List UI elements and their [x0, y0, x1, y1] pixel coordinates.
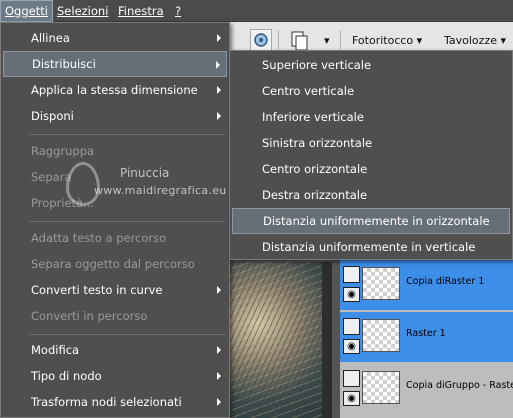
- layer-mask-icon[interactable]: [343, 370, 360, 387]
- menu-bar: Oggetti Selezioni Finestra ?: [0, 0, 513, 22]
- menu-item-separa: Separa: [3, 164, 227, 190]
- toolbar-separator: [340, 30, 341, 52]
- menu-item-converti-testo-curve[interactable]: Converti testo in curve: [3, 277, 227, 303]
- chevron-right-icon: [217, 286, 221, 294]
- submenu-item-label: Distanzia uniformemente in orizzontale: [263, 214, 490, 228]
- fotoritocco-dropdown[interactable]: Fotoritocco ▾: [352, 32, 422, 50]
- submenu-item-label: Distanzia uniformemente in verticale: [262, 240, 476, 254]
- layer-thumbnail: [362, 267, 400, 300]
- menu-item-tipo-nodo[interactable]: Tipo di nodo: [3, 363, 227, 389]
- eye-icon[interactable]: ◉: [343, 339, 360, 354]
- layer-mask-icon[interactable]: [343, 318, 360, 335]
- tavolozze-dropdown[interactable]: Tavolozze ▾: [444, 32, 506, 50]
- menu-item-proprieta: Proprietà...: [3, 190, 227, 216]
- menu-item-disponi[interactable]: Disponi: [3, 103, 227, 129]
- menu-item-modifica[interactable]: Modifica: [3, 337, 227, 363]
- submenu-item-centro-verticale[interactable]: Centro verticale: [232, 78, 510, 104]
- toolbar-separator: [278, 30, 279, 52]
- menu-item-label: Converti testo in curve: [31, 283, 163, 297]
- layer-name: Copia diGruppo - Raster 1: [406, 380, 513, 391]
- menu-selezioni-label: Selezioni: [57, 4, 109, 18]
- submenu-item-label: Superiore verticale: [262, 58, 372, 72]
- eye-icon[interactable]: ◉: [343, 287, 360, 302]
- menu-oggetti-label: Oggetti: [5, 4, 48, 18]
- submenu-item-destra-orizzontale[interactable]: Destra orizzontale: [232, 182, 510, 208]
- canvas-image[interactable]: [228, 262, 330, 418]
- menu-item-distribuisci[interactable]: Distribuisci: [3, 51, 227, 77]
- eye-icon[interactable]: ◉: [343, 391, 360, 406]
- menu-help[interactable]: ?: [171, 0, 185, 22]
- menu-item-label: Adatta testo a percorso: [31, 231, 167, 245]
- menu-item-allinea[interactable]: Allinea: [3, 25, 227, 51]
- submenu-item-distanzia-orizzontale[interactable]: Distanzia uniformemente in orizzontale: [232, 208, 510, 234]
- chevron-right-icon: [217, 86, 221, 94]
- layer-row[interactable]: ◉ Raster 1: [340, 312, 513, 362]
- menu-item-label: Distribuisci: [32, 57, 96, 71]
- document-button[interactable]: [288, 29, 310, 51]
- submenu-item-label: Centro verticale: [262, 84, 355, 98]
- menu-item-separa-oggetto-percorso: Separa oggetto dal percorso: [3, 251, 227, 277]
- chevron-right-icon: [217, 346, 221, 354]
- menu-separator: [29, 221, 225, 222]
- oggetti-menu: Allinea Distribuisci Applica la stessa d…: [0, 22, 230, 418]
- menu-item-raggruppa: Raggruppa: [3, 138, 227, 164]
- menu-help-label: ?: [175, 4, 182, 18]
- chevron-right-icon: [216, 61, 220, 69]
- layer-mask-icon[interactable]: [343, 266, 360, 283]
- menu-item-adatta-testo-percorso: Adatta testo a percorso: [3, 225, 227, 251]
- zoom-tool-button[interactable]: [250, 29, 272, 51]
- menu-oggetti[interactable]: Oggetti: [0, 0, 53, 22]
- submenu-item-label: Centro orizzontale: [262, 162, 368, 176]
- menu-item-label: Proprietà...: [31, 196, 95, 210]
- chevron-right-icon: [217, 112, 221, 120]
- submenu-item-inferiore-verticale[interactable]: Inferiore verticale: [232, 104, 510, 130]
- canvas-scroll-edge: [322, 262, 332, 418]
- menu-selezioni[interactable]: Selezioni: [53, 0, 112, 22]
- submenu-item-label: Inferiore verticale: [262, 110, 364, 124]
- chevron-right-icon: [217, 372, 221, 380]
- menu-finestra-label: Finestra: [118, 4, 164, 18]
- menu-separator: [29, 334, 225, 335]
- fotoritocco-label: Fotoritocco: [352, 34, 414, 47]
- layers-panel: ◉ Copia diRaster 1 ◉ Raster 1 ◉ Copia di…: [340, 260, 513, 418]
- submenu-item-sinistra-orizzontale[interactable]: Sinistra orizzontale: [232, 130, 510, 156]
- menu-item-trasforma-nodi[interactable]: Trasforma nodi selezionati: [3, 389, 227, 415]
- submenu-item-label: Destra orizzontale: [262, 188, 368, 202]
- layer-thumbnail: [362, 319, 400, 352]
- layer-name: Raster 1: [406, 328, 446, 339]
- chevron-right-icon: [217, 34, 221, 42]
- submenu-item-centro-orizzontale[interactable]: Centro orizzontale: [232, 156, 510, 182]
- menu-item-label: Applica la stessa dimensione: [31, 83, 198, 97]
- distribuisci-submenu: Superiore verticale Centro verticale Inf…: [229, 50, 513, 260]
- menu-item-label: Raggruppa: [31, 144, 95, 158]
- menu-item-label: Allinea: [31, 31, 70, 45]
- submenu-item-distanzia-verticale[interactable]: Distanzia uniformemente in verticale: [232, 234, 510, 260]
- layer-name: Copia diRaster 1: [406, 276, 485, 287]
- menu-item-label: Tipo di nodo: [31, 369, 102, 383]
- menu-separator: [29, 134, 225, 135]
- submenu-item-label: Sinistra orizzontale: [262, 136, 373, 150]
- menu-item-label: Disponi: [31, 109, 74, 123]
- layer-thumbnail: [362, 371, 400, 404]
- menu-item-label: Separa: [31, 170, 72, 184]
- menu-item-converti-percorso: Converti in percorso: [3, 303, 227, 329]
- magnifier-icon: [254, 33, 268, 47]
- document-icon: [291, 31, 308, 51]
- document-dropdown-arrow[interactable]: ▾: [324, 32, 330, 50]
- menu-item-label: Trasforma nodi selezionati: [31, 395, 182, 409]
- layer-row[interactable]: ◉ Copia diRaster 1: [340, 260, 513, 310]
- layer-row[interactable]: ◉ Copia diGruppo - Raster 1: [340, 364, 513, 414]
- menu-finestra[interactable]: Finestra: [114, 0, 168, 22]
- menu-item-label: Separa oggetto dal percorso: [31, 257, 195, 271]
- menu-item-applica-stessa-dimensione[interactable]: Applica la stessa dimensione: [3, 77, 227, 103]
- chevron-right-icon: [217, 398, 221, 406]
- submenu-item-superiore-verticale[interactable]: Superiore verticale: [232, 52, 510, 78]
- tavolozze-label: Tavolozze: [444, 34, 497, 47]
- menu-item-label: Modifica: [31, 343, 80, 357]
- menu-item-label: Converti in percorso: [31, 309, 148, 323]
